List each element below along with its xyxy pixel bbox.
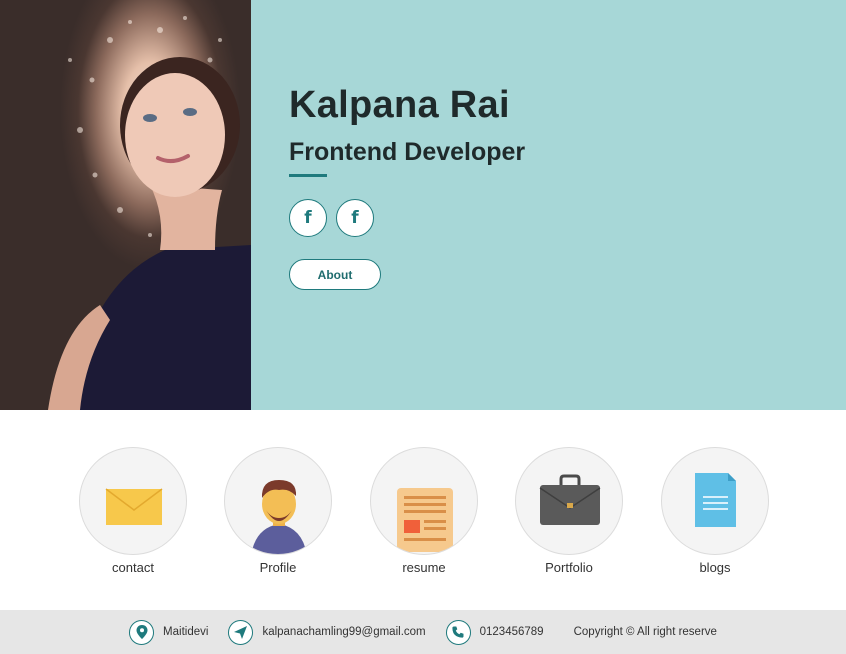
card-circle[interactable]	[224, 447, 332, 555]
document-icon	[397, 488, 453, 552]
paper-plane-icon	[228, 619, 254, 645]
facebook-button[interactable]: f	[336, 199, 374, 237]
location-text: Maitidevi	[163, 626, 209, 638]
location-pin-icon	[129, 619, 155, 645]
social-links: f f	[289, 199, 809, 237]
card-contact[interactable]: contact	[79, 447, 187, 575]
phone-link[interactable]: 0123456789	[480, 626, 544, 638]
card-portfolio[interactable]: Portfolio	[515, 447, 623, 575]
title-underline	[289, 174, 327, 177]
card-label[interactable]: resume	[370, 560, 478, 575]
card-label[interactable]: contact	[79, 560, 187, 575]
card-circle[interactable]	[661, 447, 769, 555]
envelope-icon	[105, 488, 163, 525]
card-blogs[interactable]: blogs	[661, 447, 769, 575]
profile-photo	[0, 0, 251, 410]
card-label[interactable]: Portfolio	[515, 560, 623, 575]
briefcase-icon	[539, 474, 601, 525]
page-title: Kalpana Rai	[289, 84, 510, 126]
footer-email[interactable]: kalpanachamling99@gmail.com	[228, 619, 426, 645]
about-button[interactable]: About	[289, 259, 381, 290]
file-icon	[695, 473, 736, 527]
card-resume[interactable]: resume	[370, 447, 478, 575]
footer-phone[interactable]: 0123456789	[445, 619, 544, 645]
copyright-text: Copyright © All right reserve	[573, 626, 717, 638]
card-circle[interactable]	[515, 447, 623, 555]
facebook-icon: f	[304, 208, 312, 228]
card-circle[interactable]	[370, 447, 478, 555]
facebook-icon: f	[351, 208, 359, 228]
card-profile[interactable]: Profile	[224, 447, 332, 575]
intro-block: Kalpana Rai Frontend Developer f f About	[289, 82, 809, 290]
email-link[interactable]: kalpanachamling99@gmail.com	[262, 626, 425, 638]
job-title: Frontend Developer	[289, 138, 526, 166]
facebook-button[interactable]: f	[289, 199, 327, 237]
card-label[interactable]: blogs	[661, 560, 769, 575]
avatar-icon	[251, 480, 307, 554]
footer: Maitidevi kalpanachamling99@gmail.com 01…	[0, 610, 846, 654]
card-label[interactable]: Profile	[224, 560, 332, 575]
hero-section: Kalpana Rai Frontend Developer f f About	[0, 0, 846, 410]
phone-icon	[445, 619, 471, 645]
footer-location: Maitidevi	[129, 619, 209, 645]
nav-cards: contact Profile resume Portfolio blogs	[0, 410, 846, 610]
card-circle[interactable]	[79, 447, 187, 555]
